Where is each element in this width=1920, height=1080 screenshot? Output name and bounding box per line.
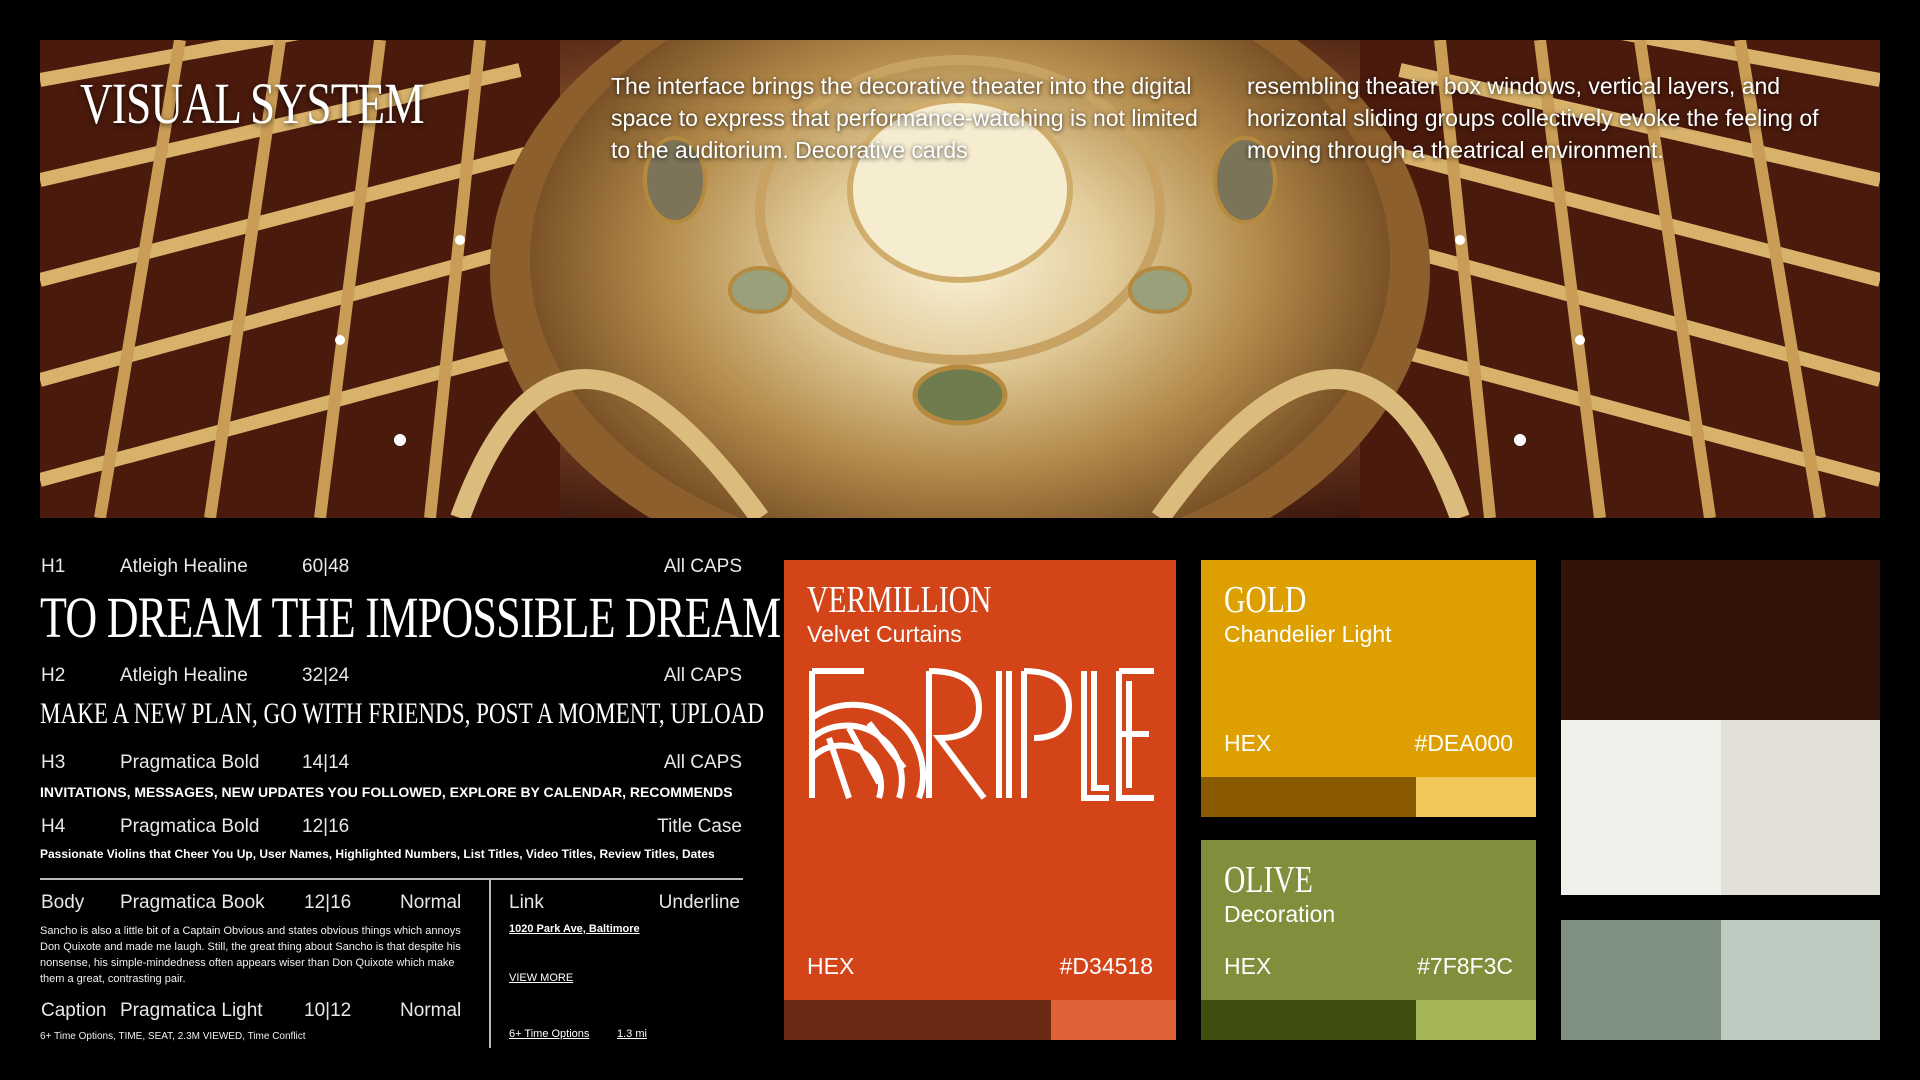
link-sample-address[interactable]: 1020 Park Ave, Baltimore bbox=[509, 923, 640, 935]
swatch-olive-light bbox=[1416, 1000, 1536, 1040]
link-sample-time-options[interactable]: 6+ Time Options bbox=[509, 1028, 589, 1040]
swatch-neutral-warmgray bbox=[1721, 720, 1880, 895]
swatch-vermillion: VERMILLION Velvet Curtains HEX #D34518 bbox=[784, 560, 1176, 1000]
h2-sample: MAKE A NEW PLAN, GO WITH FRIENDS, POST A… bbox=[40, 697, 765, 730]
swatch-olive: OLIVE Decoration HEX #7F8F3C bbox=[1201, 840, 1536, 1000]
swatch-gold-hex-label: HEX bbox=[1224, 730, 1272, 756]
swatch-gold: GOLD Chandelier Light HEX #DEA000 bbox=[1201, 560, 1536, 777]
h1-case: All CAPS bbox=[663, 556, 742, 577]
swatch-neutral-sage bbox=[1561, 920, 1721, 1040]
h2-size: 32|24 bbox=[302, 665, 350, 686]
h4-case: Title Case bbox=[657, 816, 742, 837]
intro-paragraph-2: resembling theater box windows, vertical… bbox=[1247, 73, 1819, 163]
link-level: Link bbox=[509, 892, 544, 913]
riple-logo-icon bbox=[809, 668, 1154, 801]
h3-size: 14|14 bbox=[302, 752, 350, 773]
swatch-gold-sub: Chandelier Light bbox=[1224, 621, 1392, 647]
body-level: Body bbox=[41, 892, 85, 913]
h3-case: All CAPS bbox=[663, 752, 742, 773]
body-sample: Sancho is also a little bit of a Captain… bbox=[40, 925, 461, 985]
caption-size: 10|12 bbox=[304, 1000, 352, 1021]
divider-horizontal bbox=[40, 878, 743, 880]
swatch-neutral-brown bbox=[1561, 560, 1880, 720]
swatch-gold-light bbox=[1416, 777, 1536, 817]
h2-case: All CAPS bbox=[663, 665, 742, 686]
divider-vertical bbox=[489, 880, 491, 1048]
swatch-olive-hex: #7F8F3C bbox=[1417, 953, 1513, 979]
swatch-vermillion-name: VERMILLION bbox=[807, 579, 992, 621]
swatch-gold-hex: #DEA000 bbox=[1414, 730, 1513, 756]
swatch-gold-dark bbox=[1201, 777, 1416, 817]
body-case: Normal bbox=[400, 892, 462, 913]
body-size: 12|16 bbox=[304, 892, 352, 913]
h3-level: H3 bbox=[41, 752, 66, 773]
swatch-olive-hex-label: HEX bbox=[1224, 953, 1272, 979]
swatch-neutral-offwhite bbox=[1561, 720, 1721, 895]
h1-font: Atleigh Healine bbox=[120, 556, 248, 577]
caption-level: Caption bbox=[41, 1000, 107, 1021]
h2-font: Atleigh Healine bbox=[120, 665, 248, 686]
hero-theater-image: VISUAL SYSTEM The interface brings the d… bbox=[40, 40, 1880, 518]
h4-level: H4 bbox=[41, 816, 66, 837]
h3-sample: INVITATIONS, MESSAGES, NEW UPDATES YOU F… bbox=[40, 784, 733, 800]
caption-font: Pragmatica Light bbox=[120, 1000, 263, 1021]
swatch-vermillion-hex-label: HEX bbox=[807, 953, 855, 979]
h1-level: H1 bbox=[41, 556, 66, 577]
body-font: Pragmatica Book bbox=[120, 892, 265, 913]
swatch-gold-name: GOLD bbox=[1224, 579, 1307, 621]
h1-size: 60|48 bbox=[302, 556, 350, 577]
link-case: Underline bbox=[658, 892, 740, 913]
h3-font: Pragmatica Bold bbox=[120, 752, 260, 773]
h4-font: Pragmatica Bold bbox=[120, 816, 260, 837]
swatch-olive-name: OLIVE bbox=[1224, 859, 1313, 901]
intro-paragraph-1: The interface brings the decorative thea… bbox=[611, 73, 1198, 163]
swatch-neutral-mint bbox=[1721, 920, 1880, 1040]
h1-sample: TO DREAM THE IMPOSSIBLE DREAM bbox=[40, 585, 781, 650]
swatch-vermillion-hex: #D34518 bbox=[1059, 953, 1153, 979]
caption-case: Normal bbox=[400, 1000, 462, 1021]
link-sample-distance[interactable]: 1.3 mi bbox=[617, 1028, 647, 1040]
caption-sample: 6+ Time Options, TIME, SEAT, 2.3M VIEWED… bbox=[40, 1031, 306, 1042]
swatch-vermillion-light bbox=[1051, 1000, 1176, 1040]
h4-size: 12|16 bbox=[302, 816, 350, 837]
page-title: VISUAL SYSTEM bbox=[80, 71, 425, 136]
swatch-vermillion-sub: Velvet Curtains bbox=[807, 621, 962, 647]
h4-sample: Passionate Violins that Cheer You Up, Us… bbox=[40, 847, 715, 861]
swatch-olive-dark bbox=[1201, 1000, 1416, 1040]
swatch-olive-sub: Decoration bbox=[1224, 901, 1336, 927]
h2-level: H2 bbox=[41, 665, 66, 686]
swatch-vermillion-dark bbox=[784, 1000, 1051, 1040]
link-sample-view-more[interactable]: VIEW MORE bbox=[509, 972, 573, 984]
